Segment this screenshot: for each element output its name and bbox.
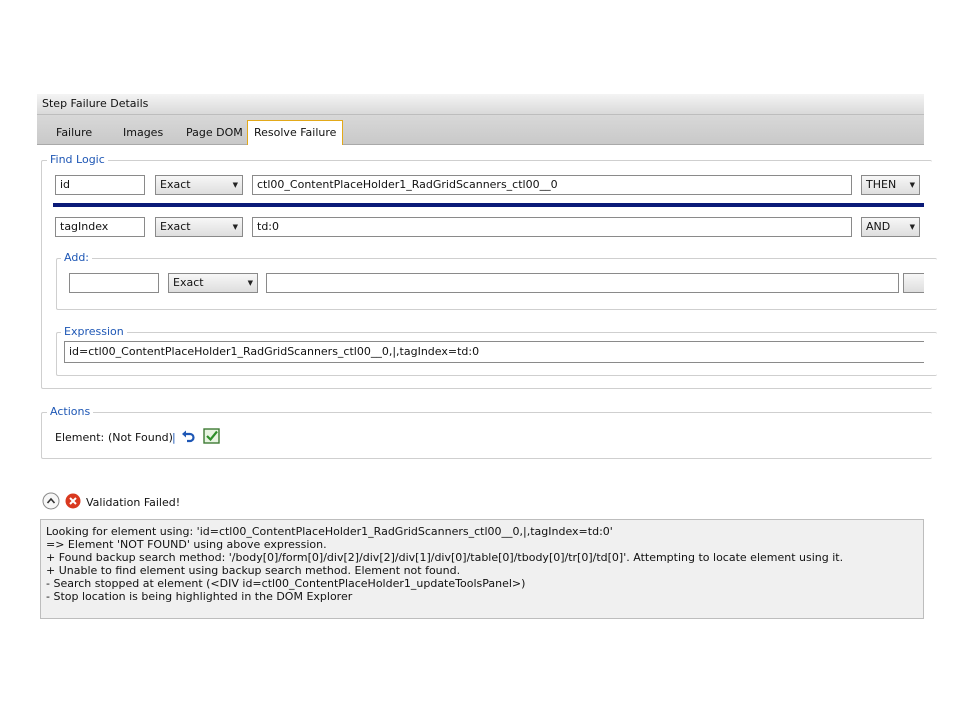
add-button[interactable]: [903, 273, 924, 293]
tab-page-dom[interactable]: Page DOM: [180, 121, 249, 144]
add-attribute-field[interactable]: [69, 273, 159, 293]
operator-dropdown-then[interactable]: THEN ▼: [861, 175, 920, 195]
operator-value: AND: [866, 220, 891, 233]
tab-failure[interactable]: Failure: [50, 121, 98, 144]
expression-field[interactable]: id=ctl00_ContentPlaceHolder1_RadGridScan…: [64, 341, 924, 363]
check-icon[interactable]: [203, 428, 220, 444]
log-line: + Unable to find element using backup se…: [46, 564, 461, 577]
element-label: Element:: [55, 431, 105, 444]
log-line: => Element 'NOT FOUND' using above expre…: [46, 538, 327, 551]
add-comparison-dropdown[interactable]: Exact ▼: [168, 273, 258, 293]
log-line: - Stop location is being highlighted in …: [46, 590, 353, 603]
tab-strip: Failure Images Page DOM Resolve Failure: [37, 115, 924, 145]
expression-legend: Expression: [61, 325, 127, 338]
validation-log: Looking for element using: 'id=ctl00_Con…: [40, 519, 924, 619]
dropdown-arrow-icon: ▼: [232, 223, 238, 231]
log-line: Looking for element using: 'id=ctl00_Con…: [46, 525, 613, 538]
tab-resolve-failure[interactable]: Resolve Failure: [247, 120, 344, 145]
value-field-tagindex[interactable]: td:0: [252, 217, 852, 237]
row-separator: [53, 203, 924, 207]
panel-titlebar: Step Failure Details: [37, 94, 924, 115]
validation-status: Validation Failed!: [86, 496, 181, 509]
actions-divider: |: [172, 431, 176, 444]
log-line: + Found backup search method: '/body[0]/…: [46, 551, 844, 564]
add-legend: Add:: [61, 251, 93, 264]
find-logic-legend: Find Logic: [47, 153, 108, 166]
undo-icon[interactable]: [180, 428, 196, 444]
add-value-field[interactable]: [266, 273, 899, 293]
attribute-field-id[interactable]: id: [55, 175, 145, 195]
comparison-dropdown-id[interactable]: Exact ▼: [155, 175, 243, 195]
collapse-chevron-icon[interactable]: [42, 492, 60, 510]
value-field-id[interactable]: ctl00_ContentPlaceHolder1_RadGridScanner…: [252, 175, 852, 195]
operator-value: THEN: [866, 178, 897, 191]
dropdown-arrow-icon: ▼: [232, 181, 238, 189]
dropdown-arrow-icon: ▼: [909, 223, 915, 231]
comparison-value: Exact: [160, 220, 191, 233]
log-line: - Search stopped at element (<DIV id=ctl…: [46, 577, 526, 590]
dropdown-arrow-icon: ▼: [909, 181, 915, 189]
attribute-field-tagindex[interactable]: tagIndex: [55, 217, 145, 237]
dropdown-arrow-icon: ▼: [247, 279, 253, 287]
comparison-dropdown-tagindex[interactable]: Exact ▼: [155, 217, 243, 237]
actions-legend: Actions: [47, 405, 94, 418]
panel-title: Step Failure Details: [42, 97, 149, 110]
error-icon: [65, 493, 81, 509]
comparison-value: Exact: [160, 178, 191, 191]
operator-dropdown-and[interactable]: AND ▼: [861, 217, 920, 237]
comparison-value: Exact: [173, 276, 204, 289]
element-status: (Not Found): [108, 431, 173, 444]
tab-images[interactable]: Images: [117, 121, 169, 144]
